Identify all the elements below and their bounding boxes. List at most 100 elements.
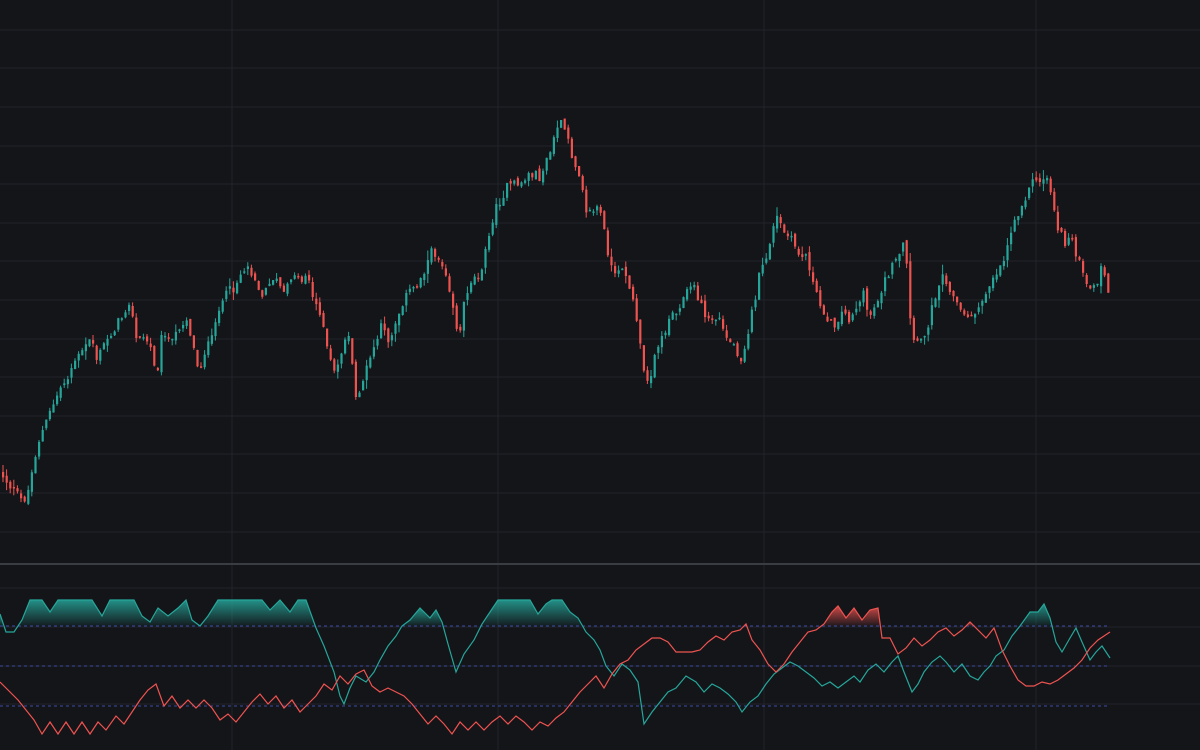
candle-body: [639, 319, 642, 344]
candle: [452, 291, 455, 316]
candle: [102, 341, 105, 350]
candle: [1006, 237, 1009, 268]
candle: [106, 334, 109, 352]
candle-body: [1049, 178, 1052, 193]
candle: [772, 223, 775, 248]
candle-body: [423, 273, 426, 280]
candle: [254, 271, 257, 282]
candle-body: [268, 283, 271, 286]
candle: [387, 327, 390, 348]
candle-body: [38, 441, 41, 457]
candle: [758, 272, 761, 300]
candle-body: [2, 472, 5, 478]
candle: [718, 312, 721, 321]
candle-body: [430, 248, 433, 263]
candle: [869, 309, 872, 319]
candle: [286, 282, 289, 297]
candle-body: [286, 283, 289, 294]
candle: [858, 300, 861, 312]
candle-body: [1067, 237, 1070, 245]
candle-body: [362, 380, 365, 391]
candle: [20, 489, 23, 503]
candle: [164, 332, 167, 342]
candle: [779, 214, 782, 228]
candle-body: [754, 299, 757, 308]
candle: [131, 302, 134, 318]
candle-body: [1002, 261, 1005, 267]
candle: [1046, 175, 1049, 184]
candle-body: [542, 170, 545, 183]
candle: [599, 204, 602, 216]
candle-body: [902, 242, 905, 252]
candle-body: [876, 301, 879, 308]
candle: [455, 303, 458, 332]
candle-body: [160, 334, 163, 373]
candle: [1056, 205, 1059, 234]
candle: [887, 275, 890, 279]
candle: [833, 317, 836, 332]
candle: [416, 284, 419, 289]
candle: [689, 282, 692, 294]
candle-body: [693, 284, 696, 288]
candle-body: [95, 345, 98, 360]
candle: [5, 469, 8, 491]
candle-body: [336, 364, 339, 372]
candle: [336, 359, 339, 379]
candle: [578, 165, 581, 177]
candle-body: [668, 318, 671, 336]
candle: [1010, 226, 1013, 252]
candle-body: [599, 207, 602, 213]
candle: [664, 330, 667, 339]
candle: [678, 304, 681, 316]
candle-body: [570, 138, 573, 158]
candle-body: [120, 318, 123, 320]
candle: [480, 268, 483, 281]
candle-body: [729, 339, 732, 343]
candle-body: [704, 300, 707, 318]
candle-body: [182, 324, 185, 329]
candle: [9, 480, 12, 494]
candle: [560, 119, 563, 129]
candle: [52, 399, 55, 413]
candle-body: [275, 278, 278, 282]
candle: [988, 286, 991, 299]
candle: [192, 335, 195, 350]
candle: [203, 350, 206, 370]
candle-body: [131, 305, 134, 317]
candle-body: [448, 276, 451, 292]
candle-body: [444, 268, 447, 276]
candle-body: [236, 282, 239, 294]
candle: [930, 297, 933, 330]
candle-body: [149, 343, 152, 348]
candle-body: [484, 248, 487, 268]
candle-body: [905, 240, 908, 264]
candle: [185, 317, 188, 329]
candle: [894, 257, 897, 263]
candle-body: [948, 282, 951, 292]
candle-body: [232, 287, 235, 293]
candle-body: [250, 267, 253, 276]
candle-body: [351, 338, 354, 364]
candle-body: [34, 457, 37, 474]
candle: [743, 345, 746, 364]
candle-body: [45, 419, 48, 429]
candle: [372, 339, 375, 360]
candle-body: [326, 328, 329, 347]
candle-body: [246, 266, 249, 270]
candle: [426, 250, 429, 283]
candle-body: [844, 309, 847, 314]
candle: [650, 369, 653, 389]
candle-body: [167, 337, 170, 339]
candle-body: [549, 152, 552, 160]
candle: [437, 256, 440, 263]
candle: [768, 242, 771, 260]
candle-body: [1020, 206, 1023, 216]
candle: [747, 329, 750, 351]
candle: [160, 330, 163, 376]
candle: [297, 273, 300, 280]
candle-body: [466, 293, 469, 300]
candle: [326, 328, 329, 349]
candle-body: [1031, 179, 1034, 187]
candle: [272, 279, 275, 286]
candle: [444, 264, 447, 277]
